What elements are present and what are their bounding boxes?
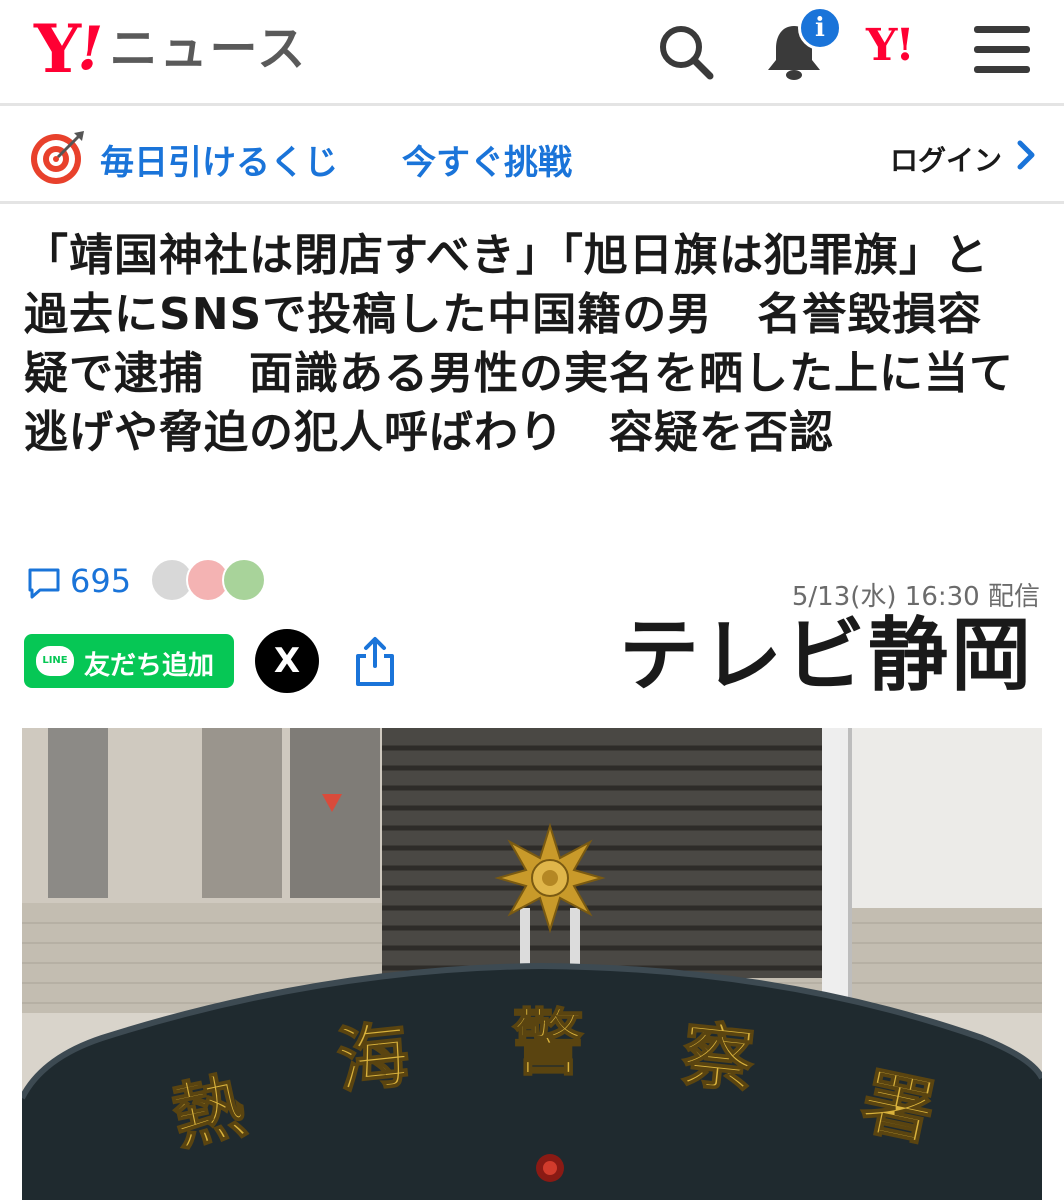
logo-text: ニュース xyxy=(109,21,308,77)
login-link[interactable]: ログイン xyxy=(890,139,1002,179)
search-icon[interactable] xyxy=(654,20,718,84)
promo-lottery-text[interactable]: 毎日引けるくじ xyxy=(100,135,338,184)
sign-char: 察 xyxy=(678,1011,759,1103)
x-share-button[interactable]: X xyxy=(255,629,319,693)
article-title: 「靖国神社は閉店すべき」「旭日旗は犯罪旗」と過去にSNSで投稿した中国籍の男 名… xyxy=(24,230,1014,458)
avatar xyxy=(222,558,266,602)
share-icon[interactable] xyxy=(352,636,398,688)
top-header: Y ! ニュース i Y! xyxy=(0,0,1064,106)
logo-exclamation: ! xyxy=(77,14,104,84)
line-icon: LINE xyxy=(36,646,74,676)
promo-challenge-link[interactable]: 今すぐ挑戦 xyxy=(402,135,572,184)
notification-badge: i xyxy=(798,6,842,50)
reaction-avatars[interactable] xyxy=(150,558,270,606)
chevron-right-icon xyxy=(1017,140,1035,170)
line-add-friend-button[interactable]: LINE 友だち追加 xyxy=(24,634,234,688)
article-photo[interactable]: 熱 海 警 察 署 xyxy=(22,728,1042,1200)
comment-icon[interactable] xyxy=(26,566,62,600)
comment-count[interactable]: 695 xyxy=(70,562,131,600)
yahoo-news-logo[interactable]: Y ! ニュース xyxy=(34,14,307,84)
promo-bar[interactable]: 毎日引けるくじ 今すぐ挑戦 ログイン xyxy=(0,109,1064,204)
target-icon xyxy=(31,131,84,184)
logo-y: Y xyxy=(34,10,81,88)
publish-date: 5/13(水) 16:30 配信 xyxy=(791,582,1040,612)
sign-char: 海 xyxy=(333,1011,414,1103)
line-button-label: 友だち追加 xyxy=(84,651,215,681)
publisher-logo[interactable]: テレビ静岡 xyxy=(619,612,1034,700)
yahoo-japan-icon[interactable]: Y! xyxy=(866,24,915,68)
menu-icon[interactable] xyxy=(972,22,1032,78)
police-station-image: 熱 海 警 察 署 xyxy=(22,728,1042,1200)
sign-char: 警 xyxy=(512,1000,584,1085)
